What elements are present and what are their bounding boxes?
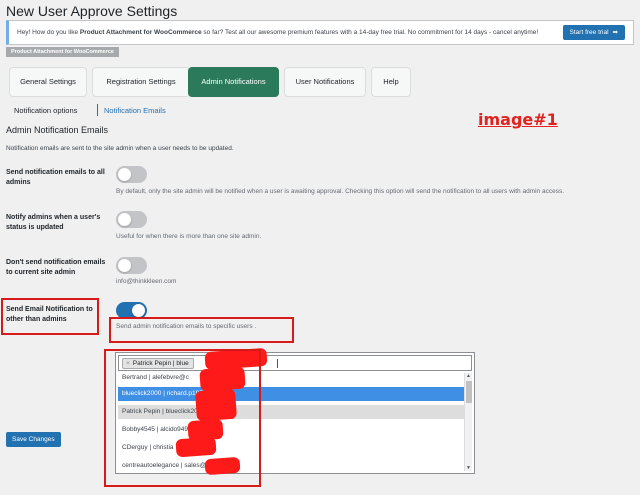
scroll-down-icon[interactable]: ▼	[466, 465, 471, 471]
page-title: New User Approve Settings	[6, 3, 178, 19]
toggle-knob	[132, 304, 145, 317]
setting-label-other-than-admins: Send Email Notification to other than ad…	[6, 306, 93, 323]
setting-label-all-admins: Send notification emails to all admins	[6, 169, 105, 186]
scroll-up-icon[interactable]: ▲	[466, 373, 471, 379]
toggle-status-updated[interactable]	[116, 211, 147, 228]
plugin-badge: Product Attachment for WooCommerce	[6, 47, 119, 57]
subnav-notification-emails[interactable]: Notification Emails	[104, 106, 166, 115]
notice-product-name: Product Attachment for WooCommerce	[79, 29, 202, 36]
save-changes-button[interactable]: Save Changes	[6, 432, 61, 447]
notice-text: Hey! How do you like Product Attachment …	[17, 29, 539, 36]
subnav-divider	[97, 104, 98, 116]
tab-user-notifications[interactable]: User Notifications	[284, 67, 366, 97]
arrow-right-icon: ➡	[612, 29, 618, 36]
tab-admin-notifications[interactable]: Admin Notifications	[188, 67, 279, 97]
setting-desc-other-than-admins: Send admin notification emails to specif…	[116, 323, 257, 330]
tab-registration-settings[interactable]: Registration Settings	[92, 67, 190, 97]
scrollbar-thumb[interactable]	[466, 381, 472, 403]
tab-help[interactable]: Help	[371, 67, 411, 97]
start-free-trial-button[interactable]: Start free trial ➡	[562, 25, 625, 40]
text-cursor	[277, 359, 278, 368]
setting-desc-all-admins: By default, only the site admin will be …	[116, 188, 565, 195]
section-title: Admin Notification Emails	[6, 125, 109, 135]
dropdown-scrollbar[interactable]: ▲ ▼	[464, 373, 472, 471]
annotation-box-user-list	[104, 349, 261, 487]
toggle-knob	[118, 213, 131, 226]
annotation-label: image#1	[478, 110, 558, 129]
annotation-box-description	[109, 317, 294, 343]
toggle-knob	[118, 168, 131, 181]
toggle-knob	[118, 259, 131, 272]
setting-desc-status-updated: Useful for when there is more than one s…	[116, 233, 262, 240]
trial-notice: Hey! How do you like Product Attachment …	[6, 20, 634, 45]
setting-label-current-admin: Don't send notification emails to curren…	[6, 259, 106, 276]
toggle-current-admin[interactable]	[116, 257, 147, 274]
setting-label-status-updated: Notify admins when a user's status is up…	[6, 214, 101, 231]
subnav-notification-options[interactable]: Notification options	[14, 106, 77, 115]
toggle-all-admins[interactable]	[116, 166, 147, 183]
setting-desc-current-admin: info@thinkkleen.com	[116, 278, 177, 285]
tab-general-settings[interactable]: General Settings	[9, 67, 87, 97]
section-description: Notification emails are sent to the site…	[6, 145, 234, 152]
